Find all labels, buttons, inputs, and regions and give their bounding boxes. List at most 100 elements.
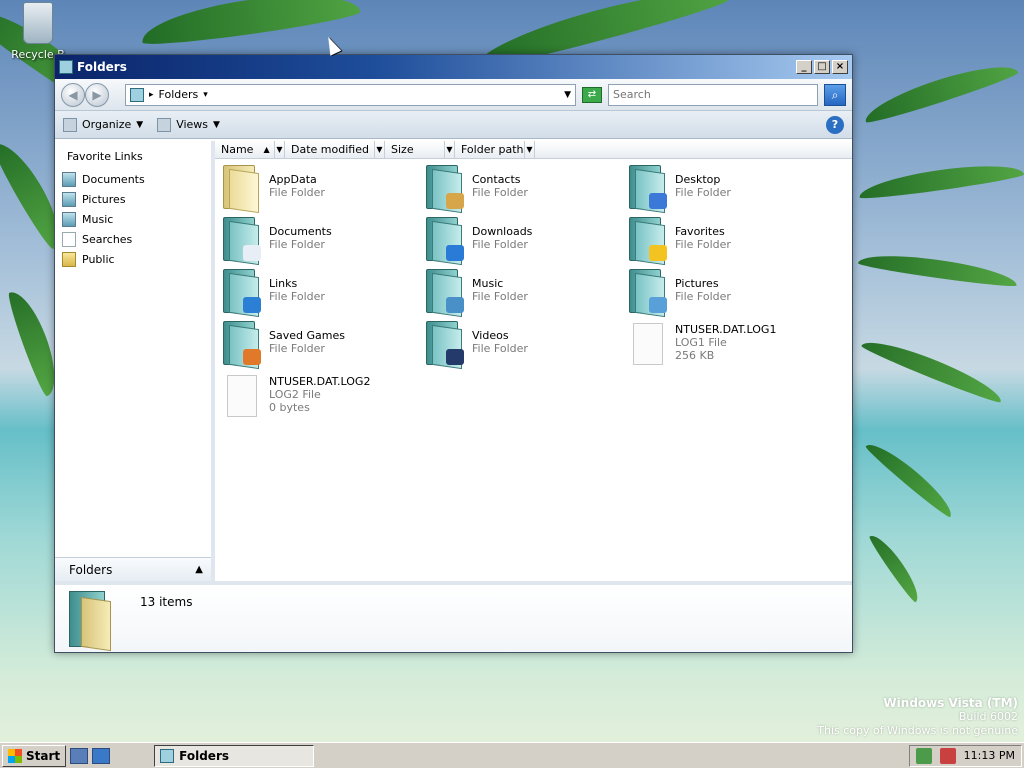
column-date-label: Date modified [291, 143, 369, 156]
column-size[interactable]: Size ▼ [385, 141, 455, 158]
file-tile[interactable]: Videos File Folder [424, 321, 624, 373]
refresh-button[interactable]: ⇄ [582, 86, 602, 103]
breadcrumb-dropdown-icon[interactable]: ▾ [203, 90, 208, 100]
chevron-down-icon[interactable]: ▼ [444, 141, 454, 158]
sidebar-item-documents[interactable]: Documents [55, 169, 211, 189]
favorites-folder-icon [627, 217, 667, 266]
palm-frond-decoration [857, 248, 1019, 290]
file-tile[interactable]: Saved Games File Folder [221, 321, 421, 373]
sidebar-item-searches[interactable]: Searches [55, 229, 211, 249]
file-icon [627, 321, 667, 369]
column-folder-path[interactable]: Folder path ▼ [455, 141, 535, 158]
folders-tree-toggle[interactable]: Folders ▲ [55, 557, 211, 581]
breadcrumb-location[interactable]: Folders [159, 88, 199, 101]
file-type: File Folder [269, 342, 325, 355]
close-button[interactable]: × [832, 60, 848, 74]
file-type: LOG2 File [269, 388, 321, 401]
file-size: 256 KB [675, 349, 715, 362]
item-count: 13 items [140, 595, 193, 609]
navigation-pane: Favorite Links Documents Pictures Music Sea… [55, 141, 215, 581]
address-history-dropdown-icon[interactable]: ▼ [564, 90, 571, 100]
watermark-title: Windows Vista (TM) [883, 696, 1018, 710]
search-button[interactable]: ⌕ [824, 83, 846, 106]
sidebar-item-label: Documents [82, 172, 145, 186]
file-tile[interactable]: Music File Folder [424, 269, 624, 321]
file-tile[interactable]: Desktop File Folder [627, 165, 827, 217]
music-icon [62, 211, 76, 227]
file-name: NTUSER.DAT.LOG2 [269, 375, 371, 388]
command-toolbar: Organize ▼ Views ▼ ? [55, 111, 852, 139]
file-tile[interactable]: Favorites File Folder [627, 217, 827, 269]
file-tile[interactable]: NTUSER.DAT.LOG2 LOG2 File 0 bytes [221, 373, 421, 425]
start-label: Start [26, 748, 61, 763]
column-name[interactable]: Name ▲ ▼ [215, 141, 285, 158]
sidebar-item-pictures[interactable]: Pictures [55, 189, 211, 209]
minimize-button[interactable]: _ [796, 60, 812, 74]
start-button[interactable]: Start [2, 744, 67, 767]
column-size-label: Size [391, 143, 414, 156]
file-tile[interactable]: Documents File Folder [221, 217, 421, 269]
public-folder-icon [62, 251, 76, 267]
recycle-bin-desktop-icon[interactable]: Recycle B [8, 2, 68, 61]
taskbar-item-label: Folders [179, 748, 229, 763]
chevron-down-icon[interactable]: ▼ [524, 141, 534, 158]
links-folder-icon [221, 269, 261, 318]
network-disconnected-icon[interactable] [939, 747, 956, 764]
file-type: File Folder [269, 290, 325, 303]
show-desktop-icon[interactable] [70, 747, 89, 764]
file-name: Music [472, 277, 504, 290]
file-name: Desktop [675, 173, 721, 186]
chevron-down-icon[interactable]: ▼ [274, 141, 284, 158]
file-type: File Folder [472, 238, 528, 251]
organize-button[interactable]: Organize ▼ [63, 117, 143, 132]
palm-frond-decoration [857, 158, 1024, 202]
forward-button[interactable]: ▶ [85, 82, 109, 107]
file-tile[interactable]: NTUSER.DAT.LOG1 LOG1 File 256 KB [627, 321, 827, 373]
breadcrumb-arrow-icon[interactable]: ▸ [149, 90, 154, 100]
organize-label: Organize [82, 118, 132, 131]
taskbar-item-folders[interactable]: Folders [154, 744, 315, 767]
file-type: File Folder [269, 238, 325, 251]
file-name: Videos [472, 329, 509, 342]
views-label: Views [176, 118, 209, 131]
address-field[interactable]: ▸ Folders ▾ ▼ [125, 83, 576, 106]
chevron-down-icon[interactable]: ▼ [213, 120, 220, 130]
taskbar: Start Folders 11:13 PM [0, 742, 1024, 768]
downloads-folder-icon [424, 217, 464, 266]
folder-window-icon [59, 60, 73, 74]
file-name: Documents [269, 225, 332, 238]
organize-icon [63, 117, 77, 132]
clock[interactable]: 11:13 PM [964, 749, 1015, 762]
folder-window-icon [160, 748, 175, 763]
sidebar-item-music[interactable]: Music [55, 209, 211, 229]
help-icon[interactable]: ? [826, 115, 844, 134]
file-tile[interactable]: Pictures File Folder [627, 269, 827, 321]
system-tray: 11:13 PM [908, 744, 1022, 767]
switch-windows-icon[interactable] [92, 747, 111, 764]
chevron-down-icon[interactable]: ▼ [374, 141, 384, 158]
file-tile[interactable]: Downloads File Folder [424, 217, 624, 269]
window-titlebar[interactable]: Folders _ □ × [55, 55, 852, 79]
file-name: Favorites [675, 225, 725, 238]
file-name: Saved Games [269, 329, 345, 342]
pictures-icon [62, 191, 76, 207]
file-type: File Folder [675, 186, 731, 199]
file-tile[interactable]: Contacts File Folder [424, 165, 624, 217]
column-headers: Name ▲ ▼ Date modified ▼ Size ▼ Folder path ▼ [215, 141, 852, 159]
chevron-up-icon: ▲ [195, 564, 203, 575]
file-tile[interactable]: Links File Folder [221, 269, 421, 321]
sidebar-item-public[interactable]: Public [55, 249, 211, 269]
searches-icon [62, 231, 76, 247]
column-date-modified[interactable]: Date modified ▼ [285, 141, 385, 158]
back-button[interactable]: ◀ [61, 82, 85, 107]
security-center-icon[interactable] [915, 747, 932, 764]
file-type: File Folder [472, 186, 528, 199]
file-tile[interactable]: AppData File Folder [221, 165, 421, 217]
search-input[interactable] [608, 83, 818, 106]
maximize-button[interactable]: □ [814, 60, 830, 74]
file-type: File Folder [675, 290, 731, 303]
views-button[interactable]: Views ▼ [157, 117, 220, 132]
window-body: Favorite Links Documents Pictures Music Sea… [55, 141, 852, 581]
sidebar-item-label: Music [82, 212, 114, 226]
watermark-genuine-notice: This copy of Windows is not genuine [817, 724, 1018, 737]
